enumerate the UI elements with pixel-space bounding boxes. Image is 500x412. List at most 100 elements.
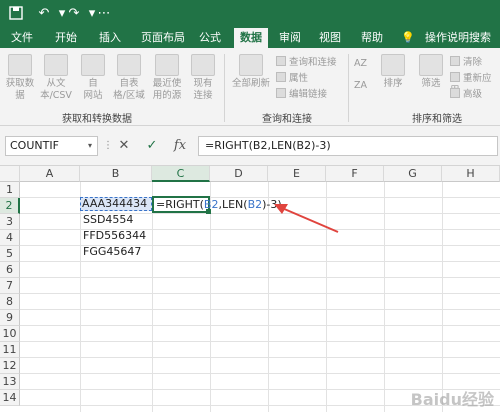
formula-part: =RIGHT( — [156, 198, 204, 211]
group-label-get-transform: 获取和转换数据 — [62, 114, 132, 125]
sort-za-button[interactable]: ZA — [354, 80, 367, 92]
column-header-g[interactable]: G — [384, 166, 442, 182]
row-header-14[interactable]: 14 — [0, 390, 20, 406]
from-table-label1: 自表 — [119, 78, 139, 89]
save-icon[interactable] — [8, 6, 24, 22]
from-csv-label1: 从文 — [46, 78, 66, 89]
column-header-h[interactable]: H — [442, 166, 500, 182]
formula-input[interactable]: =RIGHT(B2,LEN(B2)-3) — [198, 136, 498, 156]
edit-links-button[interactable]: 编辑链接 — [276, 88, 327, 101]
row-header-4[interactable]: 4 — [0, 230, 20, 246]
edit-links-label: 编辑链接 — [289, 89, 328, 100]
existing-connections-button[interactable]: 现有 连接 — [188, 54, 218, 102]
refresh-all-button[interactable]: 全部刷新 — [230, 54, 272, 90]
worksheet-grid[interactable]: A B C D E F G H 1 2 3 4 5 6 7 8 9 10 11 12 13 14 AAA3… — [0, 166, 500, 412]
existing-label1: 现有 — [193, 78, 213, 89]
formula-bar: COUNTIF ▾ ⋮ ✕ ✓ fx =RIGHT(B2,LEN(B2)-3) — [0, 126, 500, 166]
enter-icon[interactable]: ✓ — [142, 136, 162, 156]
row-header-1[interactable]: 1 — [0, 182, 20, 198]
clear-icon — [450, 56, 460, 66]
name-box[interactable]: COUNTIF — [5, 136, 98, 156]
tab-help[interactable]: 帮助 — [358, 28, 386, 48]
tell-me-search[interactable]: 操作说明搜索 — [420, 28, 496, 48]
cell-b5[interactable]: FGG45647 — [83, 244, 141, 260]
row-header-10[interactable]: 10 — [0, 326, 20, 342]
sort-button[interactable]: 排序 — [378, 54, 408, 90]
filter-button[interactable]: 筛选 — [416, 54, 446, 90]
reapply-icon — [450, 72, 460, 82]
row-header-12[interactable]: 12 — [0, 358, 20, 374]
group-label-queries: 查询和连接 — [262, 114, 312, 125]
refresh-icon — [239, 54, 263, 76]
more-icon: ⋮ — [103, 140, 113, 151]
tab-view[interactable]: 视图 — [316, 28, 344, 48]
advanced-button[interactable]: 高级 — [450, 88, 482, 101]
ribbon-separator — [348, 54, 349, 122]
cell-c2[interactable]: =RIGHT(B2,LEN(B2)-3) — [152, 196, 282, 213]
column-header-c[interactable]: C — [152, 166, 210, 182]
column-header-f[interactable]: F — [326, 166, 384, 182]
cancel-icon[interactable]: ✕ — [114, 136, 134, 156]
ribbon-separator — [224, 54, 225, 122]
row-header-3[interactable]: 3 — [0, 214, 20, 230]
grid-line — [80, 182, 81, 412]
from-web-label1: 自 — [88, 78, 98, 89]
cell-b4[interactable]: FFD556344 — [83, 228, 146, 244]
advanced-label: 高级 — [463, 89, 483, 100]
lightbulb-icon: 💡 — [401, 31, 415, 44]
grid-line — [152, 182, 153, 412]
grid-line — [20, 373, 500, 374]
ribbon: 获取数 据 从文 本/CSV 自 网站 自表 格/区域 最近使 用的源 现有 连… — [0, 48, 500, 126]
sort-az-button[interactable]: AZ — [354, 58, 367, 70]
tab-formulas[interactable]: 公式 — [196, 28, 224, 48]
row-header-7[interactable]: 7 — [0, 278, 20, 294]
grid-line — [20, 341, 500, 342]
from-table-button[interactable]: 自表 格/区域 — [110, 54, 148, 102]
filter-label: 筛选 — [421, 78, 441, 89]
tab-review[interactable]: 审阅 — [276, 28, 304, 48]
cell-b3[interactable]: SSD4554 — [83, 212, 133, 228]
grid-line — [442, 182, 443, 412]
tab-insert[interactable]: 插入 — [96, 28, 124, 48]
queries-connections-button[interactable]: 查询和连接 — [276, 56, 337, 69]
column-header-b[interactable]: B — [80, 166, 152, 182]
row-header-2[interactable]: 2 — [0, 198, 20, 214]
cell-b2[interactable]: AAA344434 — [80, 197, 152, 211]
row-header-6[interactable]: 6 — [0, 262, 20, 278]
grid-line — [20, 357, 500, 358]
get-data-button[interactable]: 获取数 据 — [4, 54, 36, 102]
chevron-down-icon[interactable]: ▾ — [88, 141, 92, 150]
title-bar: ↶ ▾ ↷ ▾ ⋯ — [0, 0, 500, 28]
row-header-5[interactable]: 5 — [0, 246, 20, 262]
column-header-a[interactable]: A — [20, 166, 80, 182]
row-header-13[interactable]: 13 — [0, 374, 20, 390]
properties-icon — [276, 72, 286, 82]
from-csv-button[interactable]: 从文 本/CSV — [38, 54, 74, 102]
fill-handle[interactable] — [206, 209, 211, 214]
redo-icon[interactable]: ↷ — [66, 6, 82, 22]
grid-line — [20, 325, 500, 326]
column-header-e[interactable]: E — [268, 166, 326, 182]
from-table-label2: 格/区域 — [113, 90, 145, 101]
from-web-button[interactable]: 自 网站 — [78, 54, 108, 102]
advanced-icon — [450, 88, 460, 98]
formula-ref-b2: B2 — [247, 198, 263, 211]
row-header-11[interactable]: 11 — [0, 342, 20, 358]
web-icon — [81, 54, 105, 76]
row-header-8[interactable]: 8 — [0, 294, 20, 310]
insert-function-icon[interactable]: fx — [170, 136, 190, 156]
clear-button[interactable]: 清除 — [450, 56, 482, 69]
column-header-d[interactable]: D — [210, 166, 268, 182]
tab-file[interactable]: 文件 — [8, 28, 36, 48]
row-header-9[interactable]: 9 — [0, 310, 20, 326]
recent-sources-button[interactable]: 最近使 用的源 — [148, 54, 186, 102]
properties-button[interactable]: 属性 — [276, 72, 308, 85]
select-all-corner[interactable] — [0, 166, 20, 182]
group-label-sort-filter: 排序和筛选 — [412, 114, 462, 125]
tab-data[interactable]: 数据 — [234, 28, 268, 48]
tab-home[interactable]: 开始 — [52, 28, 80, 48]
formula-part: ,LEN( — [218, 198, 248, 211]
tab-page-layout[interactable]: 页面布局 — [138, 28, 188, 48]
customize-icon[interactable]: ⋯ — [96, 6, 112, 22]
undo-icon[interactable]: ↶ — [36, 6, 52, 22]
